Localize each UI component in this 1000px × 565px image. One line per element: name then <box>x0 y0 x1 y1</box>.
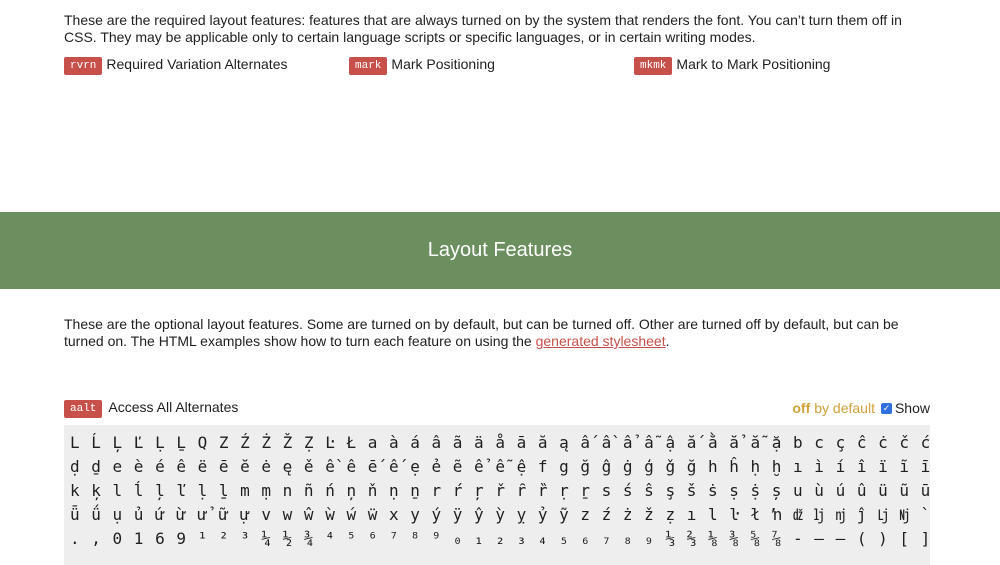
intro-text: These are the optional layout features. … <box>64 316 899 349</box>
default-status: off <box>792 400 811 416</box>
glyph-line: L Ĺ Ļ Ľ Ḷ Ḻ Q Z Ź Ż Ž Ẓ Ŀ Ł a à á â ã ä … <box>70 433 930 452</box>
show-checkbox[interactable]: ✓ <box>880 402 892 414</box>
feature-name-mark: Mark Positioning <box>391 56 495 72</box>
intro-end: . <box>665 333 670 349</box>
glyph-line: k ķ l ĺ ļ ľ ḷ ḻ m ṃ n ñ ń ņ ň ṇ ṉ r ŕ ŗ … <box>70 481 930 500</box>
feature-aalt-row: aalt Access All Alternates off by default… <box>64 399 930 419</box>
default-status-suffix: by default <box>814 400 875 416</box>
feature-tag-rvrn: rvrn <box>64 57 103 75</box>
feature-tag-aalt: aalt <box>64 400 103 418</box>
check-icon: ✓ <box>882 402 891 413</box>
feature-name-mkmk: Mark to Mark Positioning <box>676 56 831 72</box>
feature-name-rvrn: Required Variation Alternates <box>106 56 288 72</box>
section-title: Layout Features <box>427 239 573 261</box>
feature-mkmk: mkmk Mark to Mark Positioning <box>634 56 830 75</box>
glyph-sample: L Ĺ Ļ Ľ Ḷ Ḻ Q Z Ź Ż Ž Ẓ Ŀ Ł a à á â ã ä … <box>64 425 930 565</box>
feature-tag-mark: mark <box>349 57 388 75</box>
generated-stylesheet-link[interactable]: generated stylesheet <box>536 333 666 349</box>
glyph-line: ḍ ḏ e è é ê ë ē ĕ ė ę ě ề ê ḗ ế ẹ ẻ ẽ ể … <box>70 457 930 476</box>
glyph-line: ǖ ǘ ụ ủ ứ ừ ử ữ ự v w ŵ ẁ ẃ ẅ x y ý ÿ ŷ … <box>70 505 930 524</box>
feature-tag-mkmk: mkmk <box>634 57 673 75</box>
show-label[interactable]: Show <box>895 400 930 416</box>
section-header: Layout Features <box>0 212 1000 289</box>
required-features-intro: These are the required layout features: … <box>64 12 902 45</box>
feature-rvrn: rvrn Required Variation Alternates <box>64 56 287 75</box>
optional-features-intro: These are the optional layout features. … <box>64 316 934 350</box>
feature-name-aalt: Access All Alternates <box>108 399 239 415</box>
aalt-controls: off by default ✓ Show <box>792 400 930 416</box>
glyph-line: . , 0 1 6 9 ¹ ² ³ ¼ ½ ¾ ⁴ ⁵ ⁶ ⁷ ⁸ ⁹ ₀ ₁ … <box>70 529 930 548</box>
feature-mark: mark Mark Positioning <box>349 56 495 75</box>
